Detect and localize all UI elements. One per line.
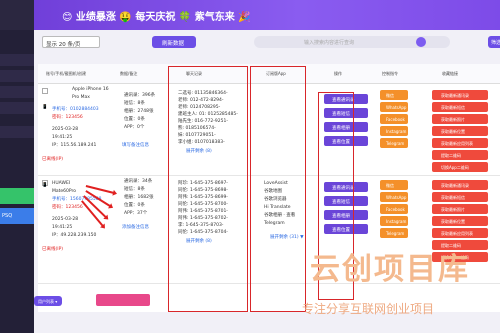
page-size-select[interactable]: 显示 20 条/页 [42,36,100,48]
watermark-title: 云创项目库 [310,252,470,287]
status-text: 已离线(IP) [42,157,64,162]
created-date: 2025-03-28 [52,217,79,222]
stat-sms: 短信：8条 [124,187,145,192]
column-header: 操作 [334,71,342,76]
stat-apps: APP：0个 [124,125,145,130]
pink-action-button[interactable] [96,294,150,306]
sidebar-item[interactable] [0,54,34,66]
control-facebook-button[interactable]: Facebook [380,114,408,124]
control-instagram-button[interactable]: Instagram [380,216,408,226]
stat-apps: APP：37个 [124,211,148,216]
column-header: 收藏链接 [442,71,458,76]
app-logo [0,0,34,30]
control-facebook-button[interactable]: Facebook [380,204,408,214]
sidebar-item[interactable] [0,126,34,138]
password: 密码：123456 [52,115,83,120]
stat-sms: 短信：8条 [124,101,145,106]
top-bar: 😊 业绩暴涨 🤑 每天庆祝 🍀 紫气东来 🎉 [0,0,500,30]
sidebar-item-active[interactable] [0,188,34,204]
stat-location: 位置：0条 [124,203,145,208]
stat-contacts: 通讯录：34条 [124,179,153,184]
qrcode-button[interactable]: 提取二维码 [432,150,488,160]
control-telegram-button[interactable]: Telegram [380,138,408,148]
sidebar: PSQ [0,30,34,333]
page-title: 😊 业绩暴涨 🤑 每天庆祝 🍀 紫气东来 🎉 [62,12,251,23]
fetch-apps-button[interactable]: 获取最新应用列表 [432,228,488,238]
column-header: 控制指令 [382,71,398,76]
ip-address: IP：49.228.239.150 [52,233,97,238]
stat-contacts: 通讯录：396条 [124,93,156,98]
stat-photos: 相册：1682张 [124,195,154,200]
search-icon[interactable] [416,37,426,47]
sidebar-item[interactable] [0,102,34,114]
phone-number: 手机号：0102884403 [52,107,99,112]
created-date: 2025-03-28 [52,127,79,132]
created-time: 19:41:25 [52,225,73,230]
control-instagram-button[interactable]: Instagram [380,126,408,136]
fetch-contacts-button[interactable]: 获取最新通讯录 [432,180,488,190]
fetch-location-button[interactable]: 获取最新位置 [432,126,488,136]
watermark: 云创项目库 专注分享互联网创业项目 [290,238,500,333]
column-header: 数据/备注 [120,71,138,76]
fetch-photos-button[interactable]: 获取最新照片 [432,114,488,124]
user-list-button[interactable]: 用户列表 ▾ [34,296,62,306]
device-icon: 📱 [42,183,48,188]
sidebar-item-psq[interactable]: PSQ [0,208,34,224]
column-header: 账号/手机/截图机/创建 [46,71,87,76]
sidebar-item[interactable] [0,70,34,82]
fetch-sms-button[interactable]: 获取最新短信 [432,102,488,112]
filter-button[interactable]: 筛选 [488,36,500,48]
device-name: HUAWEI Mate60Pro [52,181,77,194]
control-wechat-button[interactable]: 微信 [380,90,408,100]
fetch-apps-button[interactable]: 获取最新应用列表 [432,138,488,148]
created-time: 19:41:25 [52,135,73,140]
refresh-button[interactable]: 刷新数据 [152,36,196,48]
fetch-contacts-button[interactable]: 获取最新通讯录 [432,90,488,100]
control-whatsapp-button[interactable]: WhatsApp [380,192,408,202]
fetch-photos-button[interactable]: 获取最新照片 [432,204,488,214]
row-checkbox[interactable] [42,88,48,94]
fetch-location-button[interactable]: 获取最新位置 [432,216,488,226]
watermark-subtitle: 专注分享互联网创业项目 [302,302,435,316]
control-whatsapp-button[interactable]: WhatsApp [380,102,408,112]
switch-qrcode-button[interactable]: 切换App二维码 [432,162,488,172]
device-name: Apple iPhone 16 Pro Max [72,87,109,100]
toolbar: 显示 20 条/页 刷新数据 输入搜索内容进行查询 筛选 [42,36,500,50]
stat-photos: 相册：2748张 [124,109,154,114]
ip-address: IP：115.56.189.241 [52,143,97,148]
stat-location: 位置：0条 [124,117,145,122]
remark-link[interactable]: 填写备注信息 [122,142,149,150]
status-text: 已离线(IP) [42,247,64,252]
device-icon: 📱 [42,105,48,110]
highlight-box-chat [168,66,248,312]
control-telegram-button[interactable]: Telegram [380,228,408,238]
control-wechat-button[interactable]: 微信 [380,180,408,190]
fetch-sms-button[interactable]: 获取最新短信 [432,192,488,202]
remark-link[interactable]: 添加备注信息 [122,224,149,232]
sidebar-item[interactable] [0,86,34,98]
password: 密码：123456 [52,205,83,210]
